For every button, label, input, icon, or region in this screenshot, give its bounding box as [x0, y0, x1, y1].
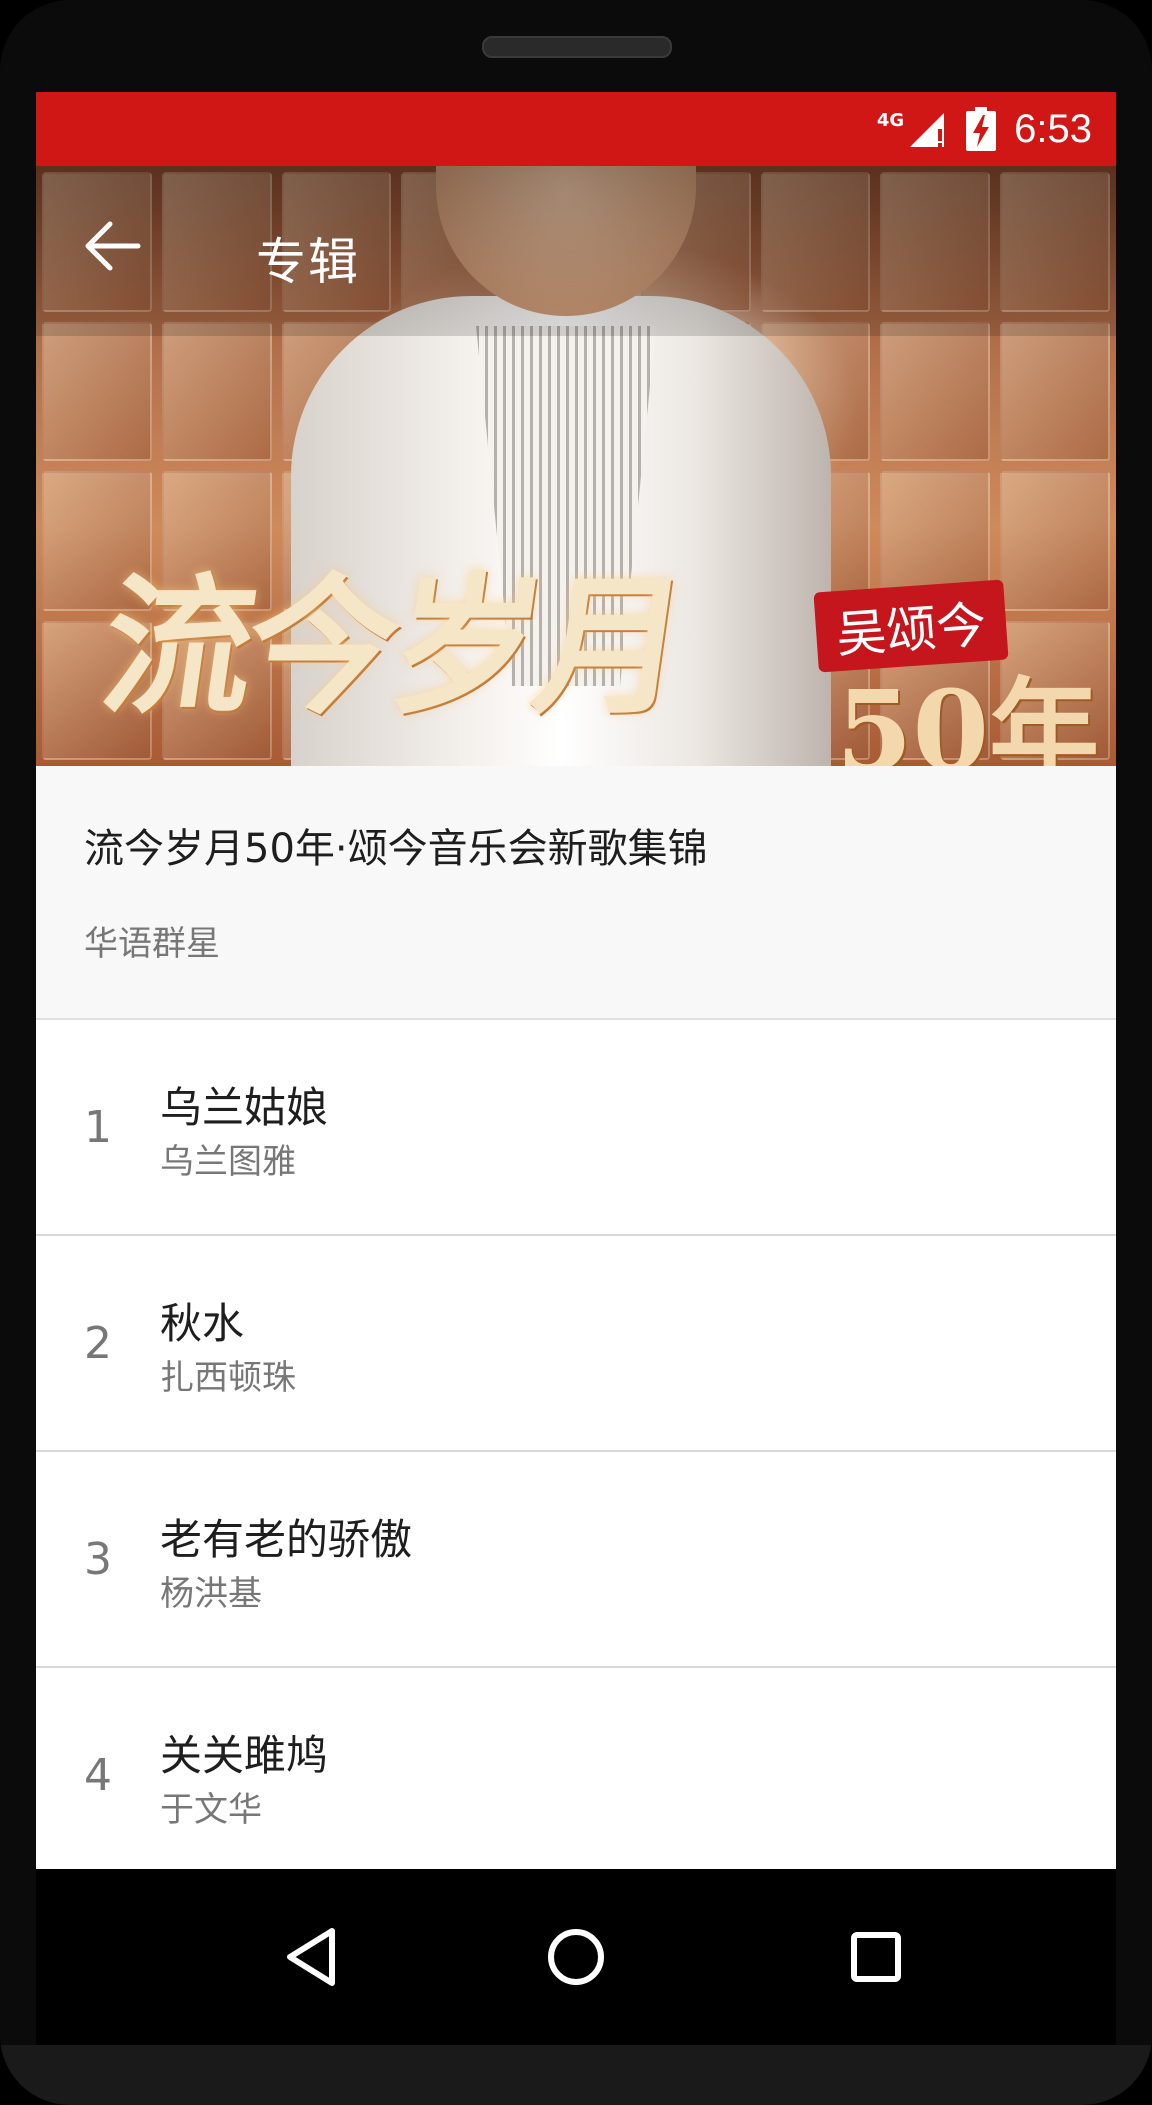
back-button[interactable]	[80, 214, 144, 278]
earpiece-speaker	[482, 36, 672, 58]
track-number: 2	[84, 1317, 112, 1369]
arrow-left-icon	[85, 221, 141, 271]
signal-icon	[908, 109, 948, 149]
album-info: 流今岁月50年·颂今音乐会新歌集锦 华语群星	[36, 766, 1116, 1020]
track-row[interactable]: 1 乌兰姑娘 乌兰图雅	[36, 1020, 1116, 1236]
track-number: 4	[84, 1749, 112, 1801]
poster-years-art: 50年	[836, 666, 1100, 766]
track-artist: 乌兰图雅	[160, 1142, 296, 1182]
track-row[interactable]: 4 关关雎鸠 于文华	[36, 1668, 1116, 1869]
system-nav-bar	[36, 1869, 1116, 2045]
track-number: 3	[84, 1533, 112, 1585]
album-title: 流今岁月50年·颂今音乐会新歌集锦	[84, 826, 708, 872]
track-title: 老有老的骄傲	[160, 1515, 413, 1564]
toolbar: 专辑	[36, 166, 1116, 336]
track-title: 关关雎鸠	[160, 1731, 329, 1780]
album-artist[interactable]: 华语群星	[84, 916, 220, 965]
battery-charging-icon	[966, 107, 997, 151]
track-row[interactable]: 2 秋水 扎西顿珠	[36, 1236, 1116, 1452]
track-artist: 扎西顿珠	[160, 1358, 296, 1398]
status-icons: 4G 6:53	[877, 92, 1092, 166]
track-row[interactable]: 3 老有老的骄傲 杨洪基	[36, 1452, 1116, 1668]
square-recents-icon	[851, 1932, 901, 1982]
toolbar-title: 专辑	[256, 233, 360, 291]
track-list: 1 乌兰姑娘 乌兰图雅 2 秋水 扎西顿珠 3 老有老的骄傲 杨洪基 4 关关雎…	[36, 1020, 1116, 1869]
circle-home-icon	[548, 1929, 604, 1985]
phone-frame: 4G 6:53 流今岁月 吴颂今 50年 专辑 流今岁月50年·颂今音乐会新歌集…	[0, 0, 1152, 2105]
status-bar: 4G 6:53	[36, 92, 1116, 166]
album-cover-header: 流今岁月 吴颂今 50年 专辑	[36, 166, 1116, 766]
track-title: 乌兰姑娘	[160, 1083, 329, 1132]
nav-back-button[interactable]	[264, 1909, 360, 2005]
track-title: 秋水	[160, 1299, 245, 1348]
track-number: 1	[84, 1101, 112, 1153]
nav-home-button[interactable]	[528, 1909, 624, 2005]
status-clock: 6:53	[1014, 106, 1092, 151]
poster-title-art: 流今岁月	[91, 559, 693, 735]
track-artist: 于文华	[160, 1790, 262, 1830]
track-artist: 杨洪基	[160, 1574, 262, 1614]
network-type-label: 4G	[876, 109, 905, 131]
nav-recents-button[interactable]	[828, 1909, 924, 2005]
screen: 4G 6:53 流今岁月 吴颂今 50年 专辑 流今岁月50年·颂今音乐会新歌集…	[36, 92, 1116, 1869]
triangle-back-icon	[287, 1928, 335, 1986]
